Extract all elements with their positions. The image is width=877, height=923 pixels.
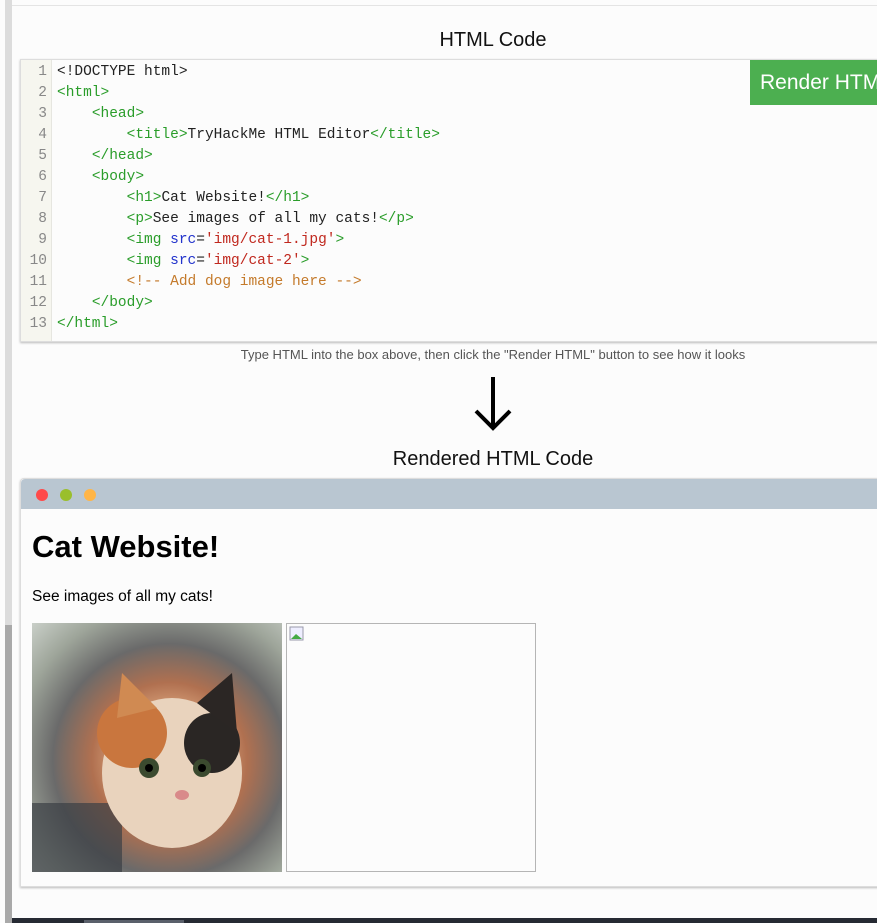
code-token: 'img/cat-2' (204, 253, 301, 269)
code-token: = (196, 253, 205, 269)
code-line[interactable]: </body> (57, 295, 153, 311)
code-token: Cat Website! (161, 190, 266, 206)
line-number: 12 (29, 295, 47, 311)
line-number: 1 (38, 64, 47, 80)
render-html-button[interactable]: Render HTML (750, 60, 877, 105)
code-token: <img (126, 232, 171, 248)
code-token: </body> (91, 295, 153, 311)
rendered-preview-window: Cat Website! See images of all my cats! (20, 478, 877, 887)
code-token: <html> (57, 85, 110, 101)
line-number-gutter: 1 2 3 4 5 6 7 8 9 10 11 12 13 (21, 60, 52, 341)
code-line[interactable]: <h1>Cat Website!</h1> (57, 190, 310, 206)
code-token: TryHackMe HTML Editor (187, 127, 371, 143)
code-token: <img (126, 253, 171, 269)
line-number: 2 (38, 85, 47, 101)
code-token: <!-- Add dog image here --> (126, 274, 362, 290)
line-number: 3 (38, 106, 47, 122)
code-line[interactable]: <html> (57, 85, 109, 101)
instruction-text: Type HTML into the box above, then click… (240, 347, 746, 362)
line-number: 6 (38, 169, 47, 185)
rendered-paragraph: See images of all my cats! (32, 588, 213, 605)
rendered-heading: Rendered HTML Code (392, 448, 594, 470)
code-token: 'img/cat-1.jpg' (204, 232, 336, 248)
code-line[interactable]: <!-- Add dog image here --> (57, 274, 362, 290)
line-number: 8 (38, 211, 47, 227)
code-line[interactable]: </head> (57, 148, 153, 164)
code-line[interactable]: </html> (57, 316, 118, 332)
code-token: <h1> (126, 190, 162, 206)
line-number: 7 (38, 190, 47, 206)
code-token: <!DOCTYPE html> (57, 64, 188, 80)
code-token: See images of all my cats! (152, 211, 379, 227)
code-token: = (196, 232, 205, 248)
line-number: 9 (38, 232, 47, 248)
top-divider (12, 5, 877, 6)
code-line[interactable]: <!DOCTYPE html> (57, 64, 188, 80)
code-editor[interactable]: 1 2 3 4 5 6 7 8 9 10 11 12 13 <!DOCTYPE html> <html> … (20, 59, 877, 342)
code-token: </h1> (265, 190, 310, 206)
scrollbar[interactable] (5, 0, 12, 923)
code-token: <body> (91, 169, 145, 185)
line-number: 4 (38, 127, 47, 143)
cat-image (32, 623, 282, 872)
minimize-dot-icon (60, 489, 72, 501)
code-line[interactable]: <head> (57, 106, 144, 122)
code-token: src (170, 253, 197, 269)
line-number: 11 (29, 274, 47, 290)
code-token: <head> (91, 106, 145, 122)
code-line[interactable]: <p>See images of all my cats!</p> (57, 211, 414, 227)
code-line[interactable]: <body> (57, 169, 144, 185)
html-code-heading: HTML Code (439, 29, 547, 51)
broken-image-icon (289, 626, 304, 641)
window-title-bar (21, 479, 877, 509)
line-number: 5 (38, 148, 47, 164)
code-token: </html> (57, 316, 118, 332)
code-line[interactable]: <img src='img/cat-2'> (57, 253, 310, 269)
code-token: </head> (91, 148, 153, 164)
code-token: src (170, 232, 197, 248)
rendered-h1: Cat Website! (32, 529, 220, 564)
close-dot-icon (36, 489, 48, 501)
scrollbar-thumb[interactable] (5, 625, 12, 923)
broken-image-cat-2 (286, 623, 536, 872)
maximize-dot-icon (84, 489, 96, 501)
code-line[interactable]: <title>TryHackMe HTML Editor</title> (57, 127, 440, 143)
code-line[interactable]: <img src='img/cat-1.jpg'> (57, 232, 345, 248)
code-token: > (300, 253, 310, 269)
line-number: 13 (29, 316, 47, 332)
line-number: 10 (29, 253, 47, 269)
code-token: </p> (378, 211, 414, 227)
code-token: </title> (370, 127, 440, 143)
code-token: > (335, 232, 345, 248)
code-token: <title> (126, 127, 188, 143)
bottom-taskbar (12, 918, 877, 923)
arrow-down-icon (474, 377, 512, 431)
code-token: <p> (126, 211, 153, 227)
